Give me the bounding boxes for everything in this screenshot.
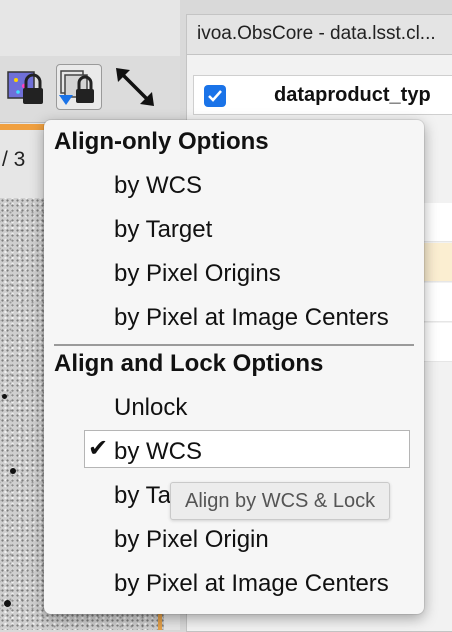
align-lock-heading: Align and Lock Options [54, 350, 324, 377]
menu-item-lock-pixel-centers[interactable]: by Pixel at Image Centers [114, 570, 389, 598]
menu-item-align-wcs[interactable]: by WCS [114, 172, 202, 200]
menu-item-align-pixel-origins[interactable]: by Pixel Origins [114, 260, 281, 288]
expand-button[interactable] [112, 64, 158, 110]
lock-image-icon [7, 71, 43, 104]
page-counter: / 3 [2, 148, 26, 171]
checkmark-icon [208, 90, 222, 102]
menu-item-lock-pixel-origin[interactable]: by Pixel Origin [114, 526, 269, 554]
star-mark [2, 394, 7, 399]
align-only-heading: Align-only Options [54, 128, 269, 155]
menu-item-align-pixel-centers[interactable]: by Pixel at Image Centers [114, 304, 389, 332]
tooltip: Align by WCS & Lock [170, 482, 391, 520]
table-tab[interactable]: ivoa.ObsCore - data.lsst.cl... [187, 15, 452, 55]
expand-icon [116, 68, 154, 106]
menu-item-align-target[interactable]: by Target [114, 216, 212, 244]
star-mark [10, 468, 16, 474]
column-name[interactable]: dataproduct_typ [274, 84, 431, 107]
align-lock-menu: Align-only Options by WCS by Target by P… [44, 120, 424, 614]
menu-divider [54, 344, 414, 346]
menu-item-lock-wcs[interactable]: by WCS [114, 438, 202, 466]
select-all-checkbox[interactable] [204, 85, 226, 107]
column-header: dataproduct_typ [193, 75, 452, 115]
align-lock-button[interactable] [56, 64, 102, 110]
lock-image-button[interactable] [4, 64, 50, 110]
menu-item-unlock[interactable]: Unlock [114, 394, 187, 422]
checkmark-icon: ✔ [88, 435, 109, 462]
image-toolbar [0, 56, 180, 123]
star-mark [4, 600, 11, 607]
lock-wcs-alignment-icon [59, 70, 94, 105]
